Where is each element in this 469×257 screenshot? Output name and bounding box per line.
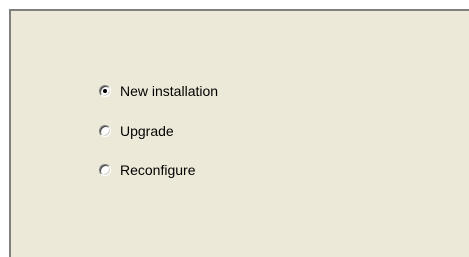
radio-button-upgrade[interactable] (99, 125, 111, 137)
radio-option-new-installation[interactable]: New installation (99, 81, 218, 101)
radio-button-reconfigure[interactable] (99, 164, 111, 176)
radio-label-new-installation[interactable]: New installation (120, 81, 218, 101)
radio-label-reconfigure[interactable]: Reconfigure (120, 160, 196, 180)
installation-type-panel: New installation Upgrade Reconfigure (9, 9, 469, 257)
radio-button-new-installation[interactable] (99, 85, 111, 97)
radio-label-upgrade[interactable]: Upgrade (120, 121, 174, 141)
radio-option-reconfigure[interactable]: Reconfigure (99, 160, 196, 180)
radio-option-upgrade[interactable]: Upgrade (99, 121, 174, 141)
radio-selected-dot-icon (103, 89, 107, 93)
